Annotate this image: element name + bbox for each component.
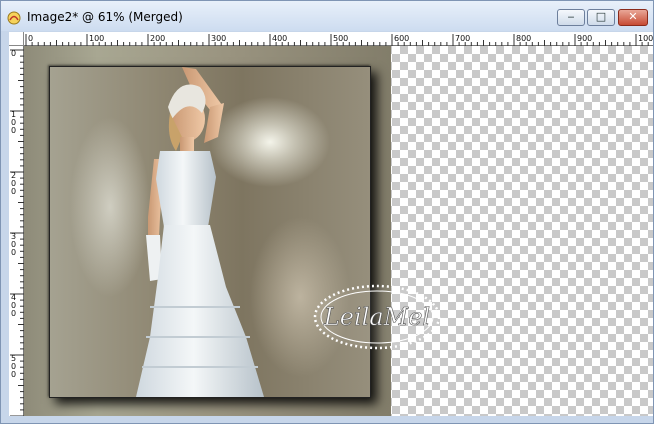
horizontal-ruler-ticks: 0 100 200 300 400 500 600 700 800 900 1000 [25, 34, 653, 46]
ruler-label: 500 [333, 34, 348, 43]
ruler-label: 0 [11, 248, 16, 257]
ruler-label: 0 [11, 126, 16, 135]
vertical-ruler-ticks: 0100200300400500 [10, 49, 24, 416]
image-canvas[interactable]: LeilaMel [24, 46, 653, 416]
app-icon [7, 11, 21, 25]
ruler-label: 700 [455, 34, 470, 43]
ruler-label: 0 [11, 49, 16, 58]
ruler-label: 0 [28, 34, 33, 43]
ruler-label: 0 [11, 370, 16, 379]
ruler-label: 800 [516, 34, 531, 43]
ruler-label: 1000 [638, 34, 653, 43]
watermark-logo: LeilaMel [313, 284, 441, 350]
title-bar[interactable]: Image2* @ 61% (Merged) ‒ □ ✕ [1, 1, 653, 31]
ruler-label: 400 [272, 34, 287, 43]
ruler-label: 300 [211, 34, 226, 43]
window-title: Image2* @ 61% (Merged) [27, 10, 183, 24]
ruler-label: 0 [11, 187, 16, 196]
maximize-button[interactable]: □ [587, 9, 615, 26]
ruler-label: 200 [150, 34, 165, 43]
ruler-label: 900 [577, 34, 592, 43]
vertical-ruler[interactable]: 0100200300400500 [9, 46, 24, 416]
watermark-text: LeilaMel [323, 303, 430, 331]
window-bottom-edge [1, 416, 653, 423]
ruler-corner [9, 32, 24, 46]
close-button[interactable]: ✕ [618, 9, 648, 26]
horizontal-ruler[interactable]: 0 100 200 300 400 500 600 700 800 900 1000 [24, 32, 653, 46]
photo-layer [24, 46, 391, 416]
ruler-label: 100 [89, 34, 104, 43]
image-window: Image2* @ 61% (Merged) ‒ □ ✕ 0 100 200 300 4… [0, 0, 654, 424]
minimize-button[interactable]: ‒ [557, 9, 585, 26]
ruler-label: 0 [11, 309, 16, 318]
ruler-label: 600 [394, 34, 409, 43]
